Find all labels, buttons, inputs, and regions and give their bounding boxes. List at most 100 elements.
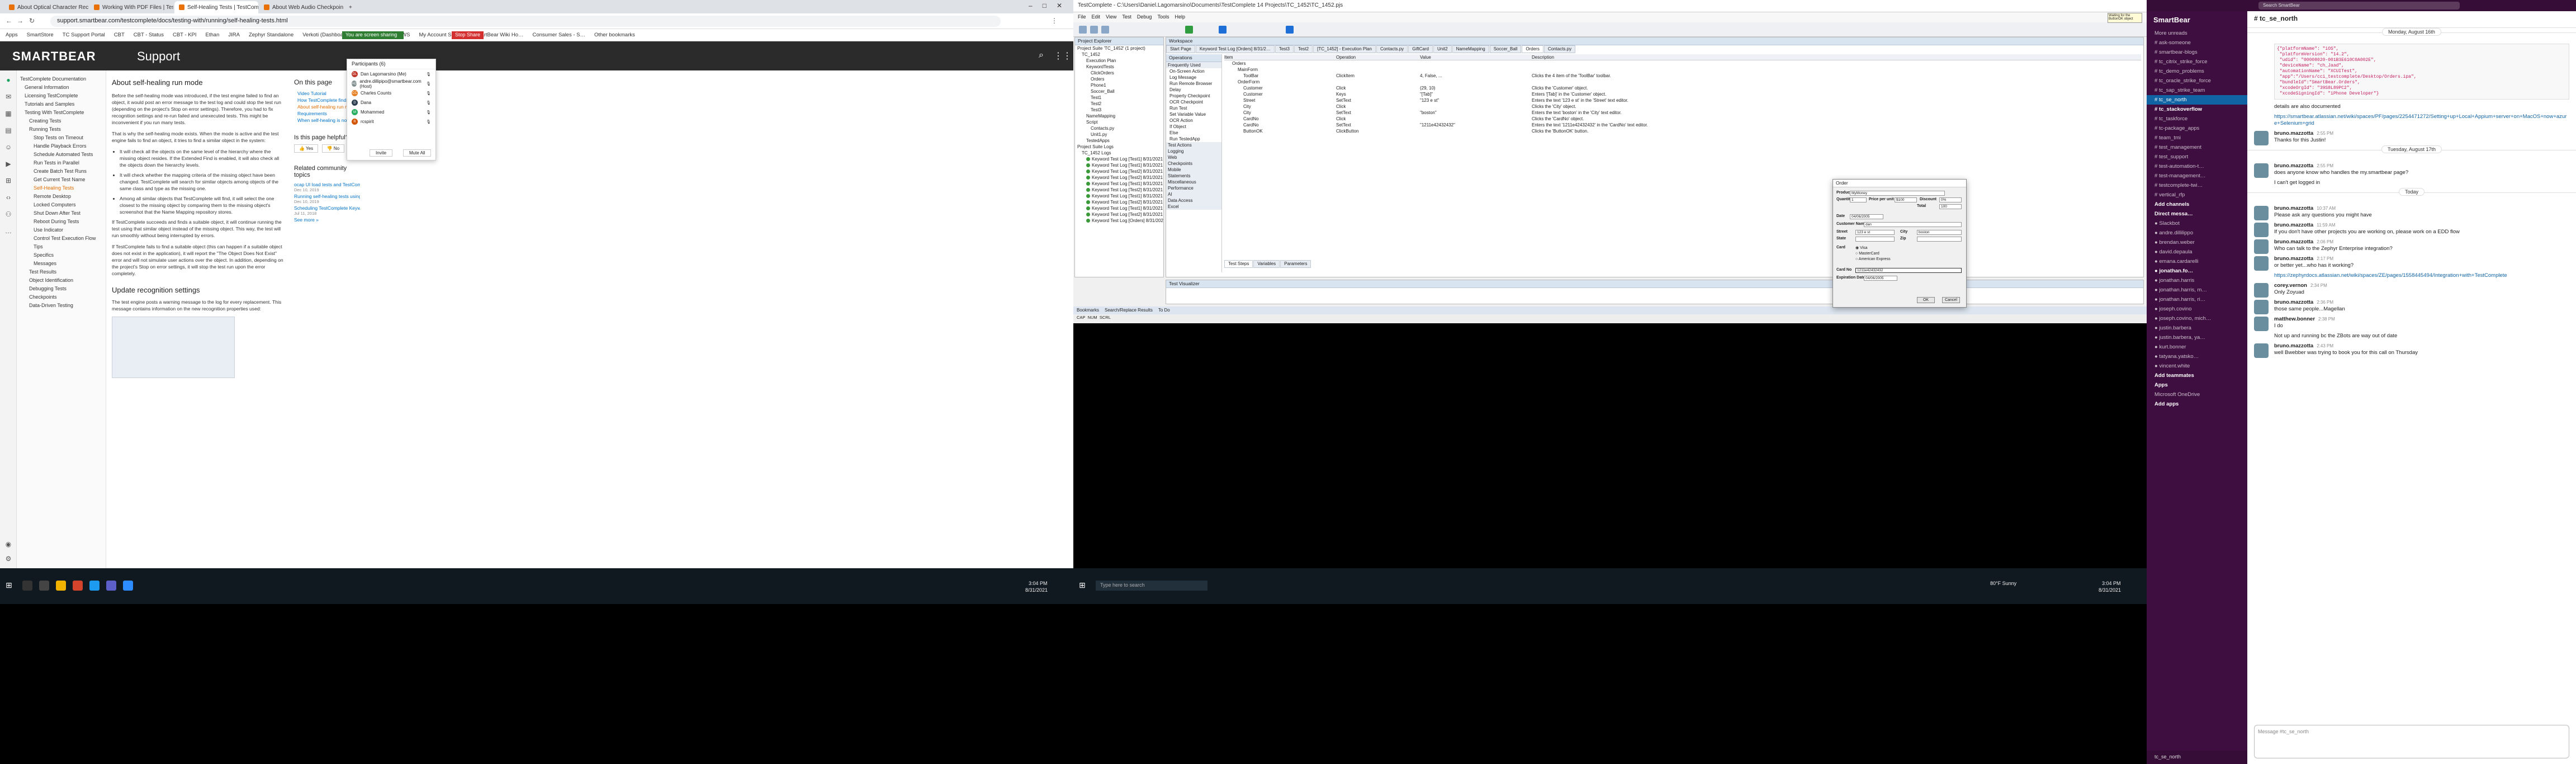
log-item[interactable]: Keyword Test Log [Test2] 8/31/2021 12:42… <box>1075 168 1163 175</box>
mic-icon[interactable]: 🎙 <box>426 82 431 86</box>
message-time[interactable]: 2:55 PM <box>2317 131 2333 136</box>
calendar-icon[interactable]: ▦ <box>4 110 13 119</box>
message-author[interactable]: bruno.mazzotta <box>2274 205 2313 211</box>
bookmark-link[interactable]: TC Support Portal <box>63 32 105 38</box>
project-tree-item[interactable]: Execution Plan <box>1075 58 1163 64</box>
taskbar-search[interactable]: Type here to search <box>1096 581 1208 591</box>
clock-date[interactable]: 8/31/2021 <box>1025 587 1048 593</box>
project-tree-item[interactable]: ClickOrders <box>1075 70 1163 76</box>
nav-item[interactable]: Reboot During Tests <box>20 218 102 226</box>
bookmark-link[interactable]: Apps <box>6 32 18 38</box>
sidebar-item[interactable]: # ask-someone <box>2147 38 2247 48</box>
message-text[interactable]: https://smartbear.atlassian.net/wiki/spa… <box>2274 114 2566 126</box>
sidebar-item[interactable]: # tc_se_north <box>2147 95 2247 105</box>
log-item[interactable]: Keyword Test Log [Test1] 8/31/2021 2:45:… <box>1075 205 1163 211</box>
project-tree-item[interactable]: KeywordTests <box>1075 64 1163 70</box>
community-link[interactable]: Scheduling TestComplete Keyword Tests wi… <box>294 205 360 211</box>
mic-icon[interactable]: 🎙 <box>426 101 431 105</box>
sidebar-item[interactable]: # tc-package_apps <box>2147 124 2247 133</box>
bookmark-link[interactable]: CBT - KPI <box>173 32 197 38</box>
message-author[interactable]: corey.vernon <box>2274 282 2307 289</box>
operation-item[interactable]: Set Variable Value <box>1166 111 1221 117</box>
mastercard-radio[interactable]: ○ MasterCard <box>1855 251 1891 257</box>
price-field[interactable]: $100 <box>1895 197 1917 202</box>
operation-item[interactable]: Property Checkpoint <box>1166 93 1221 99</box>
operation-item[interactable]: Delay <box>1166 87 1221 93</box>
community-link[interactable]: Running self-healing tests using the QAC… <box>294 194 360 199</box>
status-tab[interactable]: Bookmarks <box>1077 308 1099 313</box>
participant-row[interactable]: D Dana 🎙 <box>347 98 435 107</box>
nav-item[interactable]: Stop Tests on Timeout <box>20 134 102 142</box>
sidebar-item[interactable]: ● jonathan.fo… <box>2147 266 2247 276</box>
home-icon[interactable]: ● <box>4 76 13 85</box>
project-tree-item[interactable]: Soccer_Ball <box>1075 88 1163 95</box>
bookmark-link[interactable]: CBT - Status <box>134 32 164 38</box>
avatar[interactable] <box>2254 163 2269 178</box>
browser-tab[interactable]: About Optical Character Recog… <box>4 1 88 13</box>
table-row[interactable]: Street SetText "123 e st" Enters the text '… <box>1224 97 2141 103</box>
menu-item[interactable]: Help <box>1175 14 1185 21</box>
state-field[interactable] <box>1855 237 1895 242</box>
sidebar-item[interactable]: Direct messa… <box>2147 209 2247 219</box>
operation-item[interactable]: Else <box>1166 130 1221 136</box>
log-item[interactable]: Keyword Test Log [Test2] 8/31/2021 2:51:… <box>1075 211 1163 218</box>
bottom-tab[interactable]: Parameters <box>1280 260 1311 268</box>
explorer-taskbar-icon[interactable] <box>56 581 66 591</box>
apps-grid-icon[interactable]: ⋮⋮ <box>1054 50 1072 62</box>
community-link[interactable]: ocap UI load tests and TestComplete <box>294 182 360 187</box>
avatar[interactable] <box>2254 206 2269 220</box>
operation-item[interactable]: Performance <box>1166 185 1221 191</box>
sidebar-item[interactable]: # team_tmi <box>2147 133 2247 143</box>
sidebar-item[interactable]: Apps <box>2147 380 2247 390</box>
slack-search-input[interactable]: Search SmartBear <box>2258 2 2460 10</box>
task-view-icon[interactable] <box>39 581 49 591</box>
bookmark-link[interactable]: Other bookmarks <box>594 32 635 38</box>
search-taskbar-icon[interactable] <box>22 581 32 591</box>
sidebar-item[interactable]: Add apps <box>2147 399 2247 409</box>
sidebar-item[interactable]: # tc_sap_strike_team <box>2147 86 2247 95</box>
nav-item[interactable]: Handle Playback Errors <box>20 142 102 150</box>
zip-field[interactable] <box>1917 237 1962 242</box>
project-tree-item[interactable]: TC_1452 <box>1075 51 1163 58</box>
bottom-tab[interactable]: Variables <box>1253 260 1280 268</box>
participant-row[interactable]: DL Dan Lagomarsino (Me) 🎙 <box>347 69 435 79</box>
minimize-icon[interactable]: – <box>1029 2 1033 10</box>
code-icon[interactable]: ‹› <box>4 194 13 202</box>
menu-item[interactable]: Debug <box>1137 14 1152 21</box>
sidebar-item[interactable]: ● kurt.bonner <box>2147 342 2247 352</box>
menu-item[interactable]: Test <box>1122 14 1131 21</box>
nav-item[interactable]: Get Current Test Name <box>20 176 102 184</box>
nav-item[interactable]: Data-Driven Testing <box>20 301 102 310</box>
operation-item[interactable]: Run Test <box>1166 105 1221 111</box>
participant-row[interactable]: AD andre.dillipipo@smartbear.com (Host) 🎙 <box>347 79 435 89</box>
operation-item[interactable]: On-Screen Action <box>1166 68 1221 74</box>
bookmark-link[interactable]: Zephyr Standalone <box>249 32 293 38</box>
avatar[interactable] <box>2254 131 2269 145</box>
search-icon[interactable]: ⌕ <box>1039 50 1044 60</box>
project-tree-item[interactable]: Orders <box>1075 76 1163 82</box>
teams-taskbar-icon[interactable] <box>106 581 116 591</box>
grid-col-header[interactable]: Item <box>1224 54 1336 60</box>
sidebar-item[interactable]: ● brendan.weber <box>2147 238 2247 247</box>
operation-item[interactable]: Web <box>1166 154 1221 161</box>
browser-tab[interactable]: About Web Audio Checkpoints… <box>259 1 343 13</box>
message-time[interactable]: 11:59 AM <box>2317 223 2335 228</box>
no-button[interactable]: 👎 No <box>321 144 345 153</box>
sidebar-item[interactable]: # tc_oracle_strike_force <box>2147 76 2247 86</box>
grid-col-header[interactable]: Operation <box>1336 54 1420 60</box>
message-time[interactable]: 2:55 PM <box>2317 163 2333 168</box>
see-more-link[interactable]: See more » <box>294 217 360 223</box>
operation-item[interactable]: Mobile <box>1166 167 1221 173</box>
people-icon[interactable]: ⚇ <box>4 210 13 219</box>
sidebar-item[interactable]: More unreads <box>2147 29 2247 38</box>
project-tree-item[interactable]: Test1 <box>1075 95 1163 101</box>
avatar[interactable] <box>2254 239 2269 254</box>
operation-item[interactable]: Logging <box>1166 148 1221 154</box>
project-tree-item[interactable]: Script <box>1075 119 1163 125</box>
nav-item[interactable]: Running Tests <box>20 125 102 134</box>
nav-item[interactable]: Checkpoints <box>20 293 102 301</box>
profile-icon[interactable]: ◉ <box>4 540 13 549</box>
nav-item[interactable]: Testing With TestComplete <box>20 109 102 117</box>
mic-icon[interactable]: 🎙 <box>426 72 431 77</box>
run-icon[interactable] <box>1185 26 1193 34</box>
